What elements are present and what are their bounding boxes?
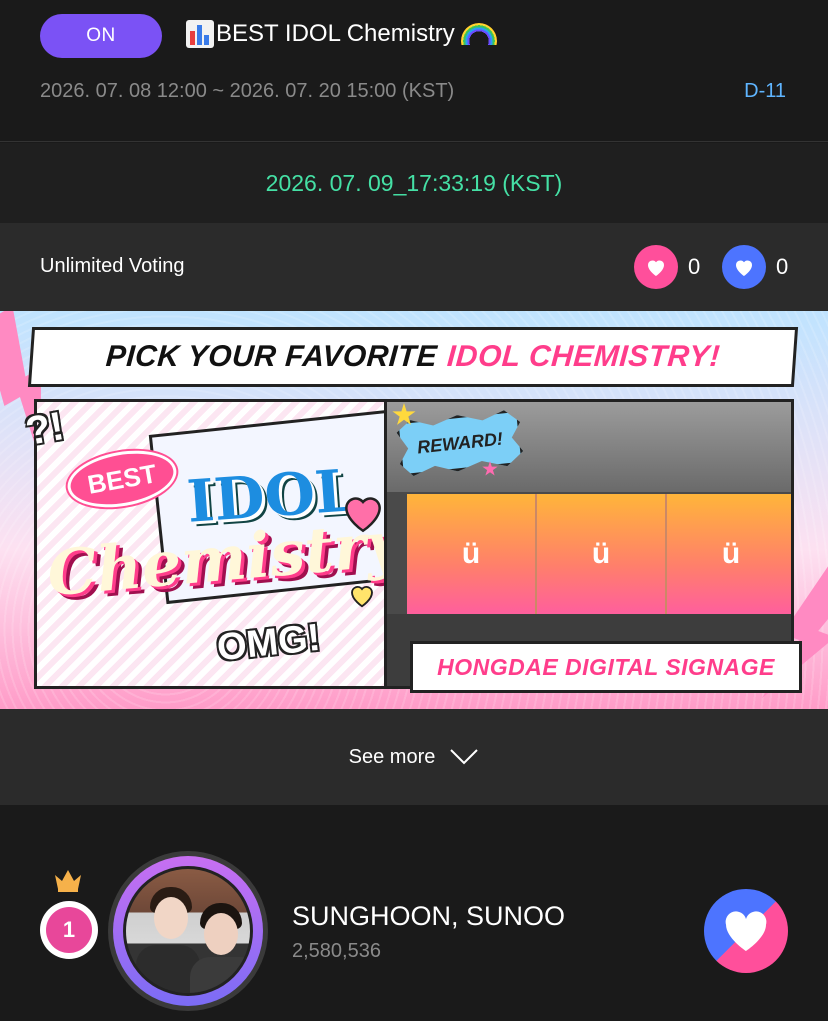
question-mark-text: ?! xyxy=(22,404,68,454)
dday-counter: D-11 xyxy=(744,80,786,102)
signage-screen: ü xyxy=(667,494,791,614)
pink-heart-count: 0 xyxy=(688,254,701,279)
photo-figure xyxy=(190,957,250,993)
rank-number: 1 xyxy=(46,907,92,953)
rank-badge: 1 xyxy=(40,901,98,959)
event-banner: PICK YOUR FAVORITE IDOL CHEMISTRY! BEST … xyxy=(0,311,828,709)
blue-heart-icon xyxy=(722,245,766,289)
pink-heart-decoration-icon xyxy=(345,497,381,533)
blue-heart-balance[interactable]: 0 xyxy=(722,245,788,289)
signage-screens: ü ü ü xyxy=(407,494,791,614)
chevron-down-icon xyxy=(450,749,479,765)
ranking-list: 1 SUNGHOON, SUNOO 2,580,536 xyxy=(0,805,828,1021)
photo-figure xyxy=(204,913,238,955)
see-more-button[interactable]: See more xyxy=(0,709,828,805)
photo-figure xyxy=(154,897,188,939)
crown-icon xyxy=(55,870,81,892)
banner-headline: PICK YOUR FAVORITE IDOL CHEMISTRY! xyxy=(27,327,799,387)
heart-icon xyxy=(725,911,767,951)
event-period: 2026. 07. 08 12:00 ~ 2026. 07. 20 15:00 … xyxy=(40,80,455,102)
artist-vote-count: 2,580,536 xyxy=(292,940,381,962)
voting-bar: Unlimited Voting 0 0 xyxy=(0,223,828,311)
voting-mode-label: Unlimited Voting xyxy=(40,255,185,277)
yellow-heart-icon xyxy=(351,586,373,608)
artist-avatar[interactable] xyxy=(108,851,268,1011)
see-more-label: See more xyxy=(348,745,436,768)
signage-location-tag: HONGDAE DIGITAL SIGNAGE xyxy=(410,641,802,693)
signage-screen: ü xyxy=(537,494,667,614)
status-badge: ON xyxy=(40,14,162,58)
banner-headline-dark: PICK YOUR FAVORITE xyxy=(104,340,439,373)
event-title-row: BEST IDOL Chemistry xyxy=(186,20,497,48)
vote-button[interactable] xyxy=(704,889,788,973)
banner-title-panel: BEST IDOL Chemistry OMG! xyxy=(34,399,412,689)
event-title: BEST IDOL Chemistry xyxy=(216,20,455,47)
rainbow-icon xyxy=(460,23,497,45)
pink-heart-balance[interactable]: 0 xyxy=(634,245,700,289)
artist-name: SUNGHOON, SUNOO xyxy=(292,901,566,931)
event-header: ON BEST IDOL Chemistry 2026. 07. 08 12:0… xyxy=(0,0,828,142)
current-time: 2026. 07. 09_17:33:19 (KST) xyxy=(265,169,563,196)
avatar-gradient-ring xyxy=(113,856,263,1006)
bar-chart-icon xyxy=(186,20,214,48)
current-time-bar: 2026. 07. 09_17:33:19 (KST) xyxy=(0,143,828,223)
blue-heart-count: 0 xyxy=(776,254,789,279)
artist-photo xyxy=(123,866,253,996)
signage-screen: ü xyxy=(407,494,537,614)
banner-headline-pink: IDOL CHEMISTRY! xyxy=(445,340,722,373)
pink-heart-icon xyxy=(634,245,678,289)
